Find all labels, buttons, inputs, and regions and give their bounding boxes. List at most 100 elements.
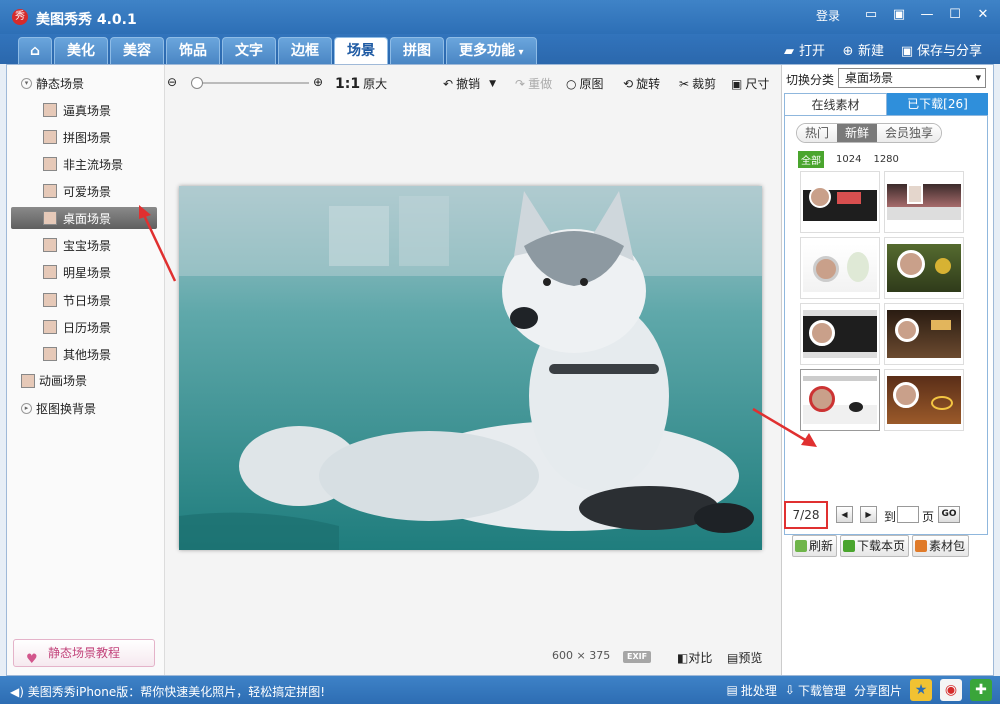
status-bar: ◀) 美图秀秀iPhone版：帮你快速美化照片，轻松搞定拼图! ▤ 批处理 ⇩ 下载… xyxy=(0,676,1000,704)
zoom-in-icon[interactable]: ⊕ xyxy=(313,75,323,89)
material-thumbnail[interactable] xyxy=(884,171,964,233)
tab-text[interactable]: 文字 xyxy=(222,37,276,64)
scene-item-realistic[interactable]: 逼真场景 xyxy=(43,99,159,121)
image-toolbar: ⊖ ⊕ 1:1 原大 ↶ 撤销 ▼ ↷ 重做 ○ 原图 ⟲ 旋转 ✂ 裁剪 ▣ 尺寸 xyxy=(167,73,777,95)
circle-icon: ○ xyxy=(566,76,577,91)
scene-item-cute[interactable]: 可爱场景 xyxy=(43,180,159,202)
size-filter-1024[interactable]: 1024 xyxy=(836,154,861,165)
category-select[interactable]: 桌面场景 xyxy=(838,68,986,88)
material-thumbnail[interactable] xyxy=(800,369,880,431)
chevron-down-icon[interactable]: ▼ xyxy=(489,79,496,89)
download-manager-button[interactable]: ⇩ 下载管理 xyxy=(785,682,846,699)
scene-item-holiday[interactable]: 节日场景 xyxy=(43,289,159,311)
scene-item-baby[interactable]: 宝宝场景 xyxy=(43,234,159,256)
prev-page-button[interactable]: ◀ xyxy=(836,506,853,523)
download-page-button[interactable]: 下载本页 xyxy=(840,535,910,557)
tab-beautify[interactable]: 美化 xyxy=(54,37,108,64)
next-page-button[interactable]: ▶ xyxy=(860,506,877,523)
scene-item-calendar[interactable]: 日历场景 xyxy=(43,316,159,338)
subtab-vip[interactable]: 会员独享 xyxy=(877,124,942,142)
material-thumbnail[interactable] xyxy=(884,303,964,365)
material-thumbnail[interactable] xyxy=(800,171,880,233)
material-thumbnail[interactable] xyxy=(884,369,964,431)
tab-home[interactable]: ⌂ xyxy=(18,37,52,64)
refresh-button[interactable]: 刷新 xyxy=(792,535,838,557)
tab-online-materials[interactable]: 在线素材 xyxy=(784,93,887,115)
tab-face[interactable]: 美容 xyxy=(110,37,164,64)
tree-animated-scenes[interactable]: 动画场景 xyxy=(21,372,87,389)
material-thumbnail[interactable] xyxy=(884,237,964,299)
save-share-button[interactable]: ▣ 保存与分享 xyxy=(900,40,982,59)
subtab-new[interactable]: 新鲜 xyxy=(837,124,878,142)
static-scene-tutorial-button[interactable]: ♥ 静态场景教程 xyxy=(13,639,155,667)
scene-item-alternative[interactable]: 非主流场景 xyxy=(43,153,159,175)
tab-accessories[interactable]: 饰品 xyxy=(166,37,220,64)
compare-icon: ◧ xyxy=(677,651,689,665)
go-button[interactable]: GO xyxy=(938,506,960,523)
scene-category-panel: ▾ 静态场景 逼真场景 拼图场景 非主流场景 可爱场景 桌面场景 宝宝场景 明星… xyxy=(7,65,165,675)
scene-item-desktop[interactable]: 桌面场景 xyxy=(11,207,157,229)
scene-thumb-icon xyxy=(43,157,57,171)
download-icon xyxy=(843,540,855,552)
open-button[interactable]: ▰ 打开 xyxy=(782,40,825,59)
subtab-hot[interactable]: 热门 xyxy=(797,124,838,142)
tree-cutout-background[interactable]: ▸ 抠图换背景 xyxy=(21,400,96,417)
page-number-input[interactable] xyxy=(897,506,919,523)
zoom-out-icon[interactable]: ⊖ xyxy=(167,75,177,89)
resize-button[interactable]: ▣ 尺寸 xyxy=(731,75,769,92)
original-size-button[interactable]: 1:1 原大 xyxy=(335,75,387,92)
zoom-slider[interactable] xyxy=(191,77,309,89)
home-icon: ⌂ xyxy=(29,43,41,59)
speaker-icon: ◀) xyxy=(10,685,24,699)
material-thumbnail[interactable] xyxy=(800,303,880,365)
scene-item-other[interactable]: 其他场景 xyxy=(43,343,159,365)
scene-thumb-icon xyxy=(43,265,57,279)
feedback-icon[interactable]: ▭ xyxy=(862,6,880,24)
size-filter-1280[interactable]: 1280 xyxy=(873,154,898,165)
rotate-icon: ⟲ xyxy=(623,76,634,91)
login-link[interactable]: 登录 xyxy=(816,7,840,24)
size-filter-all[interactable]: 全部 xyxy=(798,151,824,168)
material-package-button[interactable]: 素材包 xyxy=(912,535,970,557)
tab-collage[interactable]: 拼图 xyxy=(390,37,444,64)
resize-icon: ▣ xyxy=(731,76,743,91)
status-message[interactable]: ◀) 美图秀秀iPhone版：帮你快速美化照片，轻松搞定拼图! xyxy=(10,683,325,700)
exif-badge[interactable]: EXIF xyxy=(623,651,652,663)
batch-process-button[interactable]: ▤ 批处理 xyxy=(727,682,777,699)
weibo-icon[interactable]: ◉ xyxy=(940,679,962,701)
image-dimensions: 600 × 375 xyxy=(552,649,611,662)
scene-thumb-icon xyxy=(43,211,57,225)
crop-button[interactable]: ✂ 裁剪 xyxy=(679,75,716,92)
photo-canvas[interactable] xyxy=(179,186,762,550)
undo-button[interactable]: ↶ 撤销 ▼ xyxy=(443,75,496,92)
rotate-button[interactable]: ⟲ 旋转 xyxy=(623,75,660,92)
tab-downloaded[interactable]: 已下载[26] xyxy=(887,93,988,115)
zoom-slider-handle[interactable] xyxy=(191,77,203,89)
star-icon[interactable]: ★ xyxy=(910,679,932,701)
triangle-left-icon: ◀ xyxy=(841,510,848,519)
original-image-button[interactable]: ○ 原图 xyxy=(566,75,604,92)
add-icon[interactable]: ✚ xyxy=(970,679,992,701)
material-thumbnail[interactable] xyxy=(800,237,880,299)
scene-thumb-icon xyxy=(43,320,57,334)
new-button[interactable]: ⊕ 新建 xyxy=(841,40,884,59)
tab-frame[interactable]: 边框 xyxy=(278,37,332,64)
skin-icon[interactable]: ▣ xyxy=(890,6,908,24)
page-unit-label: 页 xyxy=(922,510,935,524)
scene-thumb-icon xyxy=(43,347,57,361)
minimize-icon[interactable]: — xyxy=(918,6,936,24)
scene-thumb-icon xyxy=(43,293,57,307)
scene-item-collage[interactable]: 拼图场景 xyxy=(43,126,159,148)
compare-button[interactable]: ◧对比 xyxy=(677,649,712,666)
redo-button[interactable]: ↷ 重做 xyxy=(515,75,552,92)
tab-more-functions[interactable]: 更多功能 xyxy=(446,37,537,64)
close-icon[interactable]: ✕ xyxy=(974,6,992,24)
scene-item-celebrity[interactable]: 明星场景 xyxy=(43,261,159,283)
tree-static-scenes[interactable]: ▾ 静态场景 xyxy=(21,75,84,92)
tab-scene[interactable]: 场景 xyxy=(334,37,388,64)
maximize-icon[interactable]: ☐ xyxy=(946,6,964,24)
scene-thumb-icon xyxy=(43,103,57,117)
preview-button[interactable]: ▤预览 xyxy=(727,649,762,666)
main-area: ▾ 静态场景 逼真场景 拼图场景 非主流场景 可爱场景 桌面场景 宝宝场景 明星… xyxy=(6,64,994,676)
share-image-button[interactable]: 分享图片 xyxy=(854,682,902,699)
